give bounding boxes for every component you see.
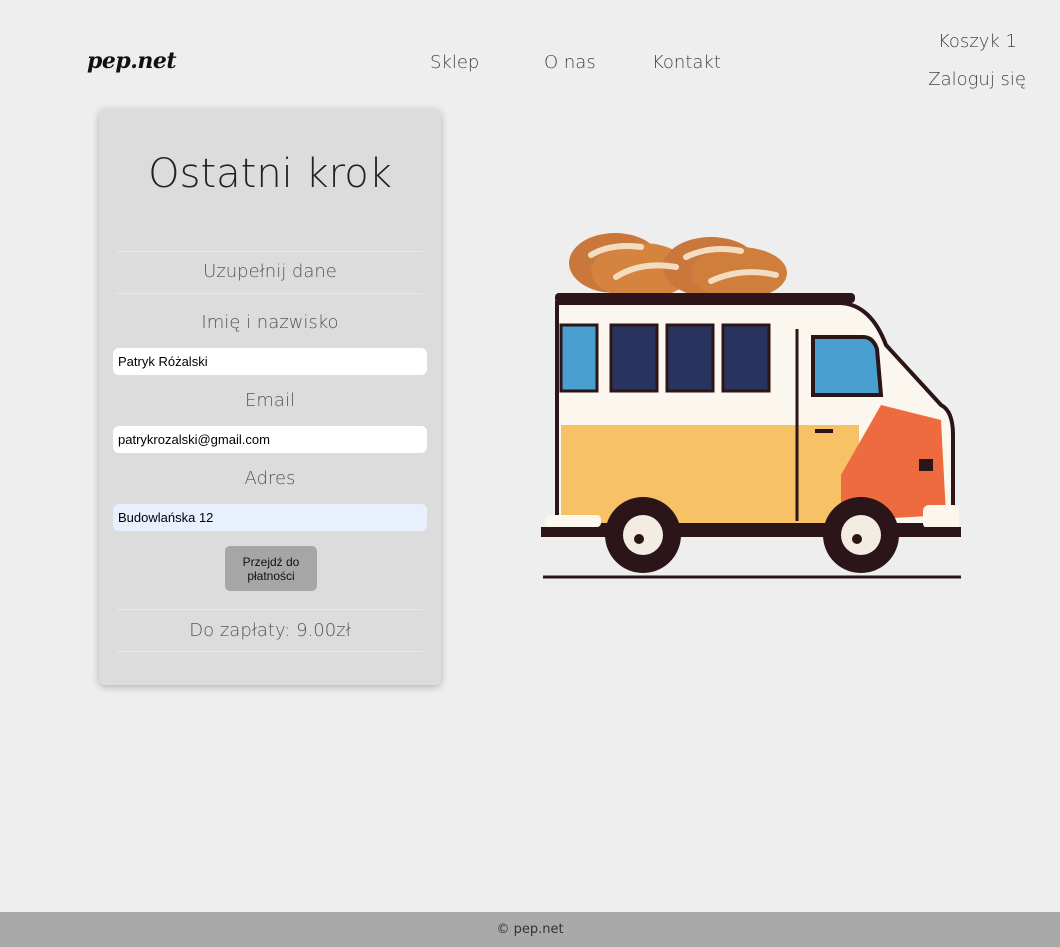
name-label: Imię i nazwisko <box>201 312 339 333</box>
nav-contact-link[interactable]: Kontakt <box>652 52 721 73</box>
email-input[interactable] <box>113 426 427 453</box>
card-title: Ostatni krok <box>148 151 392 197</box>
checkout-card: Ostatni krok Uzupełnij dane Imię i nazwi… <box>99 109 441 685</box>
total-label: Do zapłaty: <box>189 620 291 641</box>
van-icon <box>541 293 961 537</box>
footer-copyright: © pep.net <box>496 922 564 937</box>
wheel-icon <box>823 497 899 573</box>
wheel-icon <box>605 497 681 573</box>
bread-icon <box>569 233 787 299</box>
section-label: Uzupełnij dane <box>203 261 337 282</box>
cart-link[interactable]: Koszyk 1 <box>938 31 1017 52</box>
address-input[interactable] <box>113 504 427 531</box>
divider <box>117 293 423 294</box>
total-value: 9.00zł <box>296 620 351 641</box>
nav-shop-link[interactable]: Sklep <box>430 52 479 73</box>
bread-van-illustration <box>541 233 961 579</box>
divider <box>117 651 423 652</box>
email-label: Email <box>245 390 295 411</box>
footer: © pep.net <box>0 912 1060 947</box>
nav-about-link[interactable]: O nas <box>544 52 596 73</box>
proceed-to-payment-button[interactable]: Przejdź do płatności <box>225 546 317 591</box>
divider <box>117 609 423 610</box>
divider <box>117 251 423 252</box>
name-input[interactable] <box>113 348 427 375</box>
logo[interactable]: pep.net <box>87 48 177 74</box>
total-amount: Do zapłaty: 9.00zł <box>99 620 441 641</box>
login-link[interactable]: Zaloguj się <box>928 69 1026 90</box>
address-label: Adres <box>244 468 296 489</box>
